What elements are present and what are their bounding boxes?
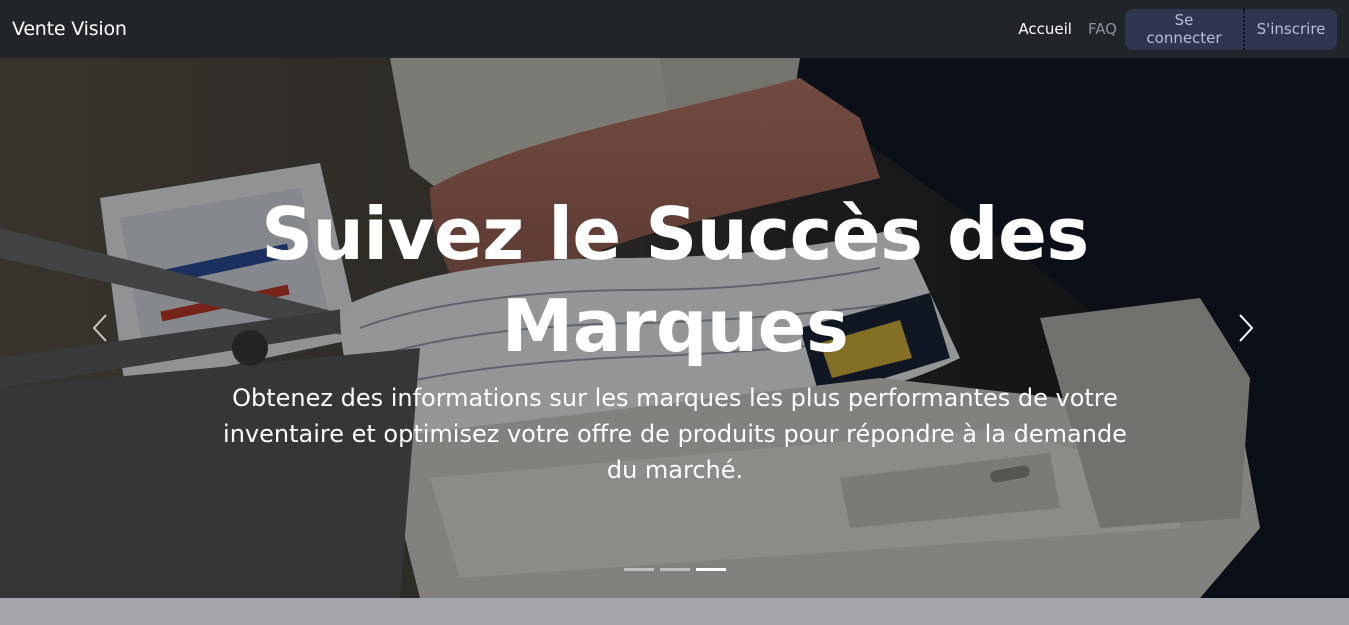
chevron-right-icon (1239, 314, 1254, 342)
carousel-indicator-1[interactable] (624, 568, 654, 571)
auth-button-group: Se connecter S'inscrire (1125, 8, 1337, 50)
hero-subtitle: Obtenez des informations sur les marques… (223, 384, 1127, 484)
signup-button[interactable]: S'inscrire (1245, 8, 1337, 50)
carousel-indicators (624, 568, 726, 571)
carousel-indicator-2[interactable] (660, 568, 690, 571)
carousel-next-button[interactable] (1226, 298, 1266, 358)
carousel-indicator-3[interactable] (696, 568, 726, 571)
hero-carousel: Suivez le Succès des Marques Obtenez des… (0, 58, 1349, 598)
navbar: Vente Vision Accueil FAQ Se connecter S'… (0, 0, 1349, 58)
login-button[interactable]: Se connecter (1125, 8, 1245, 50)
carousel-prev-button[interactable] (80, 298, 120, 358)
nav-link-faq[interactable]: FAQ (1088, 20, 1117, 38)
chevron-left-icon (92, 314, 107, 342)
nav-right: Accueil FAQ Se connecter S'inscrire (1018, 0, 1337, 58)
hero-caption: Suivez le Succès des Marques Obtenez des… (200, 188, 1150, 488)
nav-link-home[interactable]: Accueil (1018, 20, 1072, 38)
brand-logo[interactable]: Vente Vision (12, 18, 127, 40)
page-content-area (0, 598, 1349, 625)
hero-title: Suivez le Succès des Marques (261, 192, 1089, 368)
